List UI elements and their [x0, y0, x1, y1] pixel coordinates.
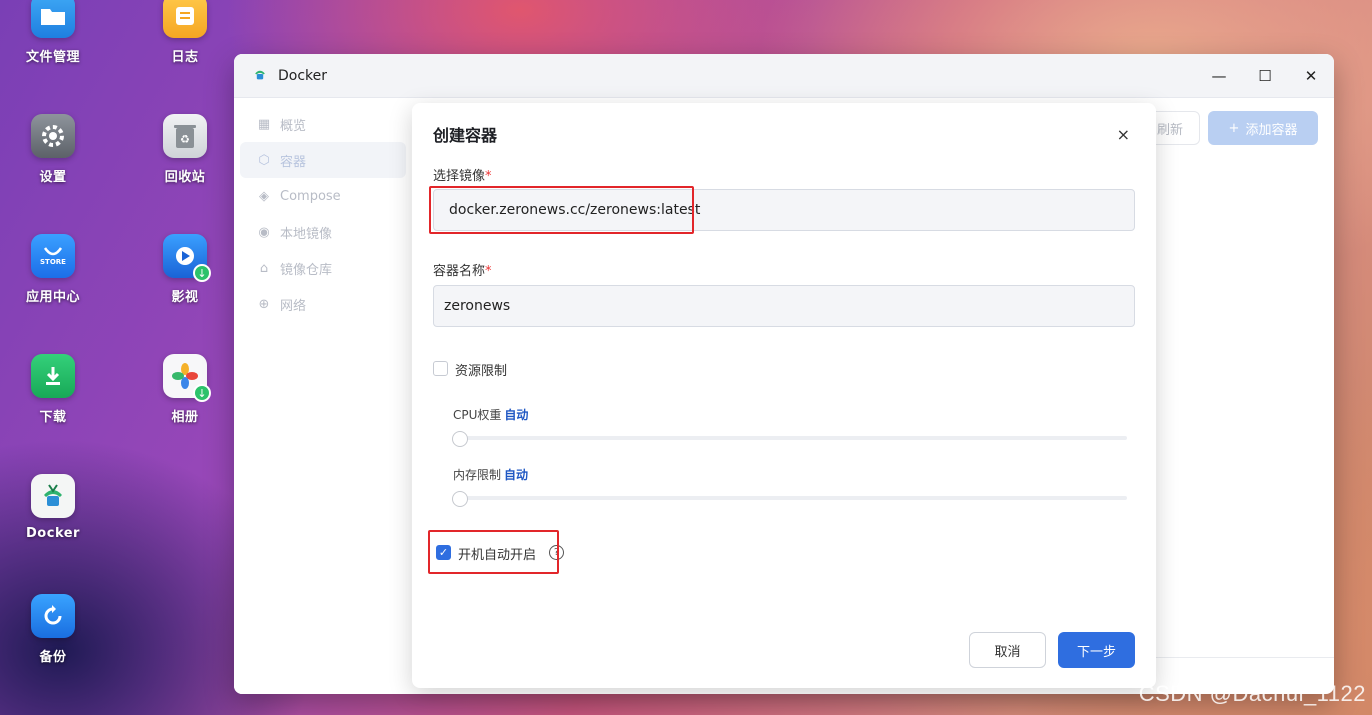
- desktop-icon-label: Docker: [26, 526, 80, 541]
- sidebar-item-label: 概览: [280, 118, 307, 134]
- download-icon: [31, 354, 75, 398]
- photos-icon: ↓: [163, 354, 211, 402]
- cancel-button[interactable]: 取消: [969, 632, 1046, 668]
- desktop-icon-video[interactable]: ↓ 影视: [140, 234, 230, 305]
- image-label: 选择镜像: [433, 169, 486, 184]
- desktop-icon-file-manager[interactable]: 文件管理: [8, 0, 98, 65]
- sidebar-item-label: 镜像仓库: [280, 262, 333, 278]
- desktop-icon-label: 日志: [171, 50, 199, 65]
- cpu-weight-slider-handle[interactable]: [452, 431, 468, 447]
- svg-text:♻: ♻: [180, 133, 190, 146]
- grid-icon: ▦: [257, 116, 271, 132]
- cpu-weight-slider-track[interactable]: [453, 436, 1127, 440]
- container-name-input[interactable]: zeronews: [433, 285, 1135, 327]
- sidebar-item-local-images[interactable]: ◉ 本地镜像: [240, 214, 406, 250]
- desktop-icon-label: 文件管理: [25, 50, 80, 65]
- desktop-icon-app-center[interactable]: STORE 应用中心: [8, 234, 98, 305]
- watermark: CSDN @Dachui_1122: [1138, 681, 1366, 706]
- video-icon: ↓: [163, 234, 211, 282]
- docker-icon: [31, 474, 75, 518]
- create-container-dialog: 创建容器 × 选择镜像* docker.zeronews.cc/zeronews…: [412, 103, 1156, 688]
- desktop-icon-label: 设置: [39, 170, 67, 185]
- desktop-icon-download[interactable]: 下载: [8, 354, 98, 425]
- sidebar-item-label: 网络: [280, 298, 307, 314]
- window-title: Docker: [278, 67, 328, 84]
- desktop-icon-label: 回收站: [164, 170, 206, 185]
- desktop-icon-label: 影视: [171, 290, 199, 305]
- next-step-button[interactable]: 下一步: [1058, 632, 1135, 668]
- memory-limit-slider-track[interactable]: [453, 496, 1127, 500]
- close-dialog-button[interactable]: ×: [1117, 125, 1130, 144]
- backup-icon: [31, 594, 75, 638]
- sidebar-item-label: 容器: [280, 154, 307, 170]
- resource-limit-checkbox[interactable]: [433, 361, 448, 376]
- store-tile-text: STORE: [40, 258, 66, 266]
- notes-icon: [163, 0, 207, 38]
- image-label-row: 选择镜像*: [433, 165, 492, 184]
- highlight-box-image: [429, 186, 694, 234]
- eye-icon: ◉: [258, 224, 270, 240]
- cpu-weight-label-row: CPU权重 自动: [453, 406, 528, 423]
- name-label-row: 容器名称*: [433, 260, 492, 279]
- desktop-icon-backup[interactable]: 备份: [8, 594, 98, 665]
- close-window-button[interactable]: ✕: [1288, 54, 1334, 98]
- cpu-weight-value: 自动: [504, 408, 529, 422]
- docker-app-icon: [252, 66, 268, 86]
- sidebar-item-network[interactable]: ⊕ 网络: [240, 286, 406, 322]
- folder-icon: [31, 0, 75, 38]
- cpu-weight-label: CPU权重: [453, 408, 502, 422]
- sidebar: ▦ 概览 ⬡ 容器 ◈ Compose ◉ 本地镜像 ⌂ 镜像仓库 ⊕ 网络: [234, 98, 412, 694]
- desktop-icon-settings[interactable]: 设置: [8, 114, 98, 185]
- desktop-icon-label: 应用中心: [25, 290, 80, 305]
- download-badge-icon: ↓: [193, 384, 211, 402]
- desktop-icon-label: 下载: [39, 410, 67, 425]
- sidebar-item-containers[interactable]: ⬡ 容器: [240, 142, 406, 178]
- download-badge-icon: ↓: [193, 264, 211, 282]
- desktop-icon-logs[interactable]: 日志: [140, 0, 230, 65]
- name-label: 容器名称: [433, 264, 486, 279]
- gear-icon: [31, 114, 75, 158]
- dialog-title: 创建容器: [433, 126, 498, 145]
- highlight-box-autostart: [428, 530, 559, 574]
- memory-limit-value: 自动: [504, 468, 529, 482]
- resource-limit-label: 资源限制: [455, 364, 508, 379]
- sidebar-item-overview[interactable]: ▦ 概览: [240, 106, 406, 142]
- desktop-icon-label: 备份: [39, 650, 67, 665]
- minimize-button[interactable]: —: [1196, 54, 1242, 98]
- window-titlebar[interactable]: Docker — ☐ ✕: [234, 54, 1334, 98]
- sidebar-item-label: 本地镜像: [280, 226, 333, 242]
- required-mark: *: [485, 169, 492, 184]
- sidebar-item-label: Compose: [280, 188, 341, 204]
- add-container-label: 添加容器: [1245, 122, 1298, 138]
- memory-limit-slider-handle[interactable]: [452, 491, 468, 507]
- desktop-icon-docker[interactable]: Docker: [8, 474, 98, 541]
- plus-icon: +: [1228, 120, 1240, 136]
- sidebar-item-registry[interactable]: ⌂ 镜像仓库: [240, 250, 406, 286]
- divider: [1156, 657, 1334, 658]
- globe-icon: ⊕: [258, 296, 270, 312]
- required-mark: *: [485, 264, 492, 279]
- store-icon: STORE: [31, 234, 75, 278]
- memory-limit-label: 内存限制: [453, 468, 502, 482]
- add-container-button[interactable]: + 添加容器: [1208, 111, 1318, 145]
- home-icon: ⌂: [259, 260, 269, 276]
- recycle-bin-icon: ♻: [163, 114, 207, 158]
- desktop-icon-photos[interactable]: ↓ 相册: [140, 354, 230, 425]
- sidebar-item-compose[interactable]: ◈ Compose: [240, 178, 406, 214]
- layers-icon: ◈: [259, 188, 269, 204]
- memory-limit-label-row: 内存限制 自动: [453, 466, 528, 483]
- desktop-icon-label: 相册: [171, 410, 199, 425]
- maximize-button[interactable]: ☐: [1242, 54, 1288, 98]
- cube-icon: ⬡: [258, 152, 270, 168]
- desktop-icon-recycle-bin[interactable]: ♻ 回收站: [140, 114, 230, 185]
